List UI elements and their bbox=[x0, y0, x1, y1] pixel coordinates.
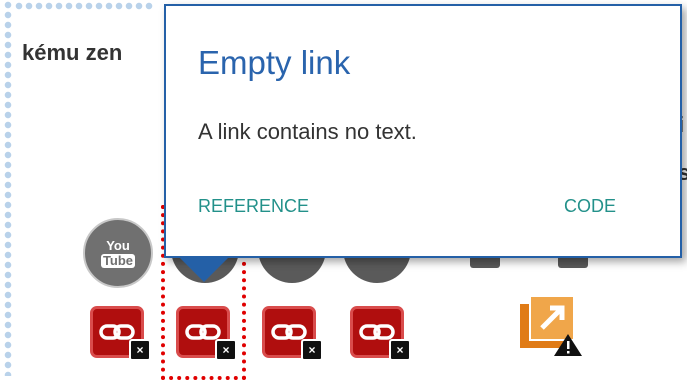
youtube-icon[interactable]: You Tube bbox=[83, 218, 153, 288]
dotted-border-left bbox=[2, 0, 14, 376]
issue-tooltip: Empty link A link contains no text. REFE… bbox=[164, 4, 682, 258]
page-heading-fragment: kému zen bbox=[22, 40, 123, 65]
link-error-icon[interactable]: × bbox=[262, 306, 323, 361]
tooltip-pointer bbox=[178, 256, 230, 282]
link-error-icon[interactable]: × bbox=[350, 306, 411, 361]
reference-link[interactable]: REFERENCE bbox=[198, 196, 309, 217]
close-badge-icon: × bbox=[129, 339, 151, 361]
link-error-icon[interactable]: × bbox=[90, 306, 151, 361]
dotted-border-top bbox=[14, 0, 154, 12]
youtube-icon-text-top: You bbox=[106, 237, 130, 253]
tooltip-description: A link contains no text. bbox=[198, 119, 417, 144]
close-badge-icon: × bbox=[215, 339, 237, 361]
close-badge-icon: × bbox=[389, 339, 411, 361]
external-link-warning-icon[interactable] bbox=[518, 294, 584, 358]
link-error-icon[interactable]: × bbox=[176, 306, 237, 361]
youtube-icon-text-bottom: Tube bbox=[100, 252, 136, 268]
code-link[interactable]: CODE bbox=[564, 196, 616, 217]
tooltip-title: Empty link bbox=[198, 44, 351, 81]
close-badge-icon: × bbox=[301, 339, 323, 361]
